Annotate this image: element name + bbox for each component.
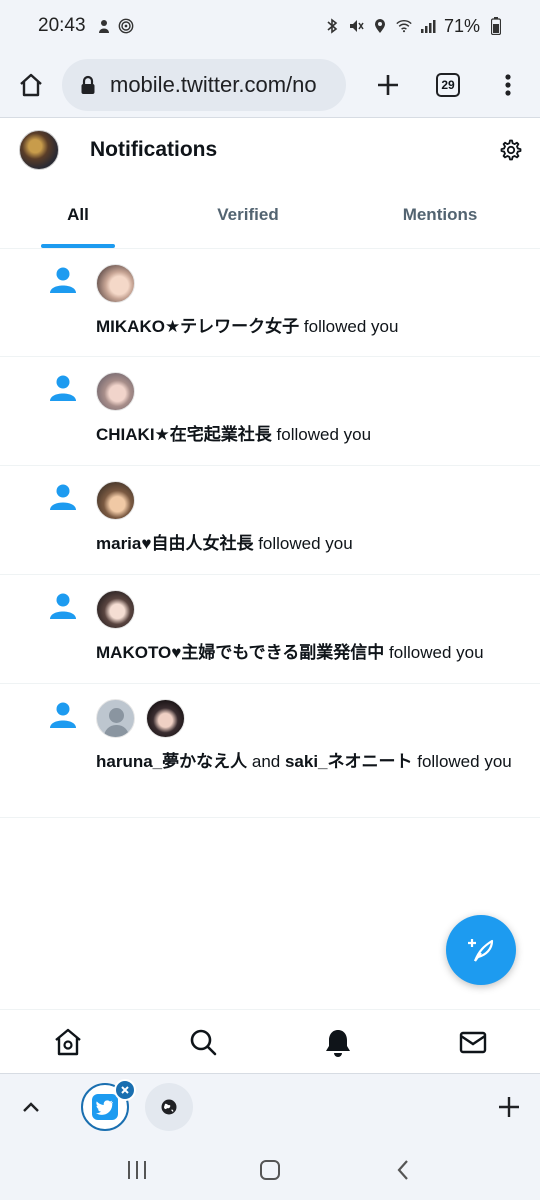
notification-item[interactable]: maria♥自由人女社長 followed you — [0, 467, 540, 575]
gear-icon — [500, 139, 522, 161]
follower-name[interactable]: CHIAKI★在宅起業社長 — [96, 425, 272, 444]
search-icon — [190, 1029, 216, 1055]
fingerprint-icon — [118, 18, 134, 34]
recents-button[interactable] — [117, 1150, 157, 1190]
notification-text: CHIAKI★在宅起業社長 followed you — [96, 422, 516, 447]
home-outline-icon — [20, 73, 42, 96]
mail-icon — [459, 1031, 486, 1053]
nav-search[interactable] — [135, 1010, 270, 1073]
address-bar[interactable]: mobile.twitter.com/no — [62, 58, 346, 111]
browser-toolbar: mobile.twitter.com/no 29 — [0, 52, 540, 118]
tab-all[interactable]: All — [0, 181, 156, 248]
person-follow-icon — [50, 593, 76, 619]
follower-name[interactable]: maria♥自由人女社長 — [96, 534, 253, 553]
tab-switcher-button[interactable]: 29 — [418, 52, 478, 118]
home-square-icon — [259, 1159, 280, 1180]
location-icon — [372, 18, 388, 34]
globe-icon — [161, 1099, 177, 1114]
person-follow-icon — [50, 484, 76, 510]
tab-count: 29 — [436, 72, 460, 97]
expand-tabs-button[interactable] — [0, 1100, 62, 1114]
nav-notifications[interactable] — [270, 1010, 405, 1073]
add-tab-button[interactable] — [498, 1096, 520, 1118]
follower-avatar[interactable] — [96, 590, 135, 629]
notification-app-icon — [96, 18, 112, 34]
follower-avatar[interactable] — [146, 699, 185, 738]
twitter-logo-icon — [92, 1093, 118, 1120]
follower-avatar[interactable] — [96, 481, 135, 520]
tab-mentions-label: Mentions — [402, 204, 478, 224]
follower-name[interactable]: MAKOTO♥主婦でもできる副業発信中 — [96, 643, 384, 662]
plus-icon — [499, 1096, 519, 1117]
notification-item[interactable]: haruna_夢かなえ人 and saki_ネオニート followed you — [0, 685, 540, 818]
close-tab-button[interactable] — [114, 1078, 136, 1101]
notification-action: followed you — [384, 643, 484, 662]
person-follow-icon — [50, 375, 76, 401]
notification-action: followed you — [271, 425, 372, 444]
active-tab-indicator — [41, 244, 115, 248]
home-icon — [54, 1028, 81, 1055]
notification-item[interactable]: CHIAKI★在宅起業社長 followed you — [0, 358, 540, 466]
notification-action: followed you — [253, 534, 353, 553]
more-vertical-icon — [505, 73, 511, 96]
person-follow-icon — [50, 267, 76, 293]
battery-percent: 71% — [443, 15, 480, 36]
tab-mentions[interactable]: Mentions — [340, 181, 540, 248]
follower-name[interactable]: saki_ネオニート — [285, 752, 413, 771]
follower-avatar[interactable] — [96, 372, 135, 411]
nav-home[interactable] — [0, 1010, 135, 1073]
browser-home-button[interactable] — [0, 52, 62, 118]
notification-text: MIKAKO★テレワーク女子 followed you — [96, 314, 516, 339]
lock-icon — [80, 75, 100, 95]
notification-text: haruna_夢かなえ人 and saki_ネオニート followed you — [96, 749, 516, 774]
nav-messages[interactable] — [405, 1010, 540, 1073]
close-icon — [121, 1085, 129, 1094]
notification-text: maria♥自由人女社長 followed you — [96, 531, 516, 556]
home-system-button[interactable] — [250, 1150, 290, 1190]
notification-tabs: All Verified Mentions — [0, 181, 540, 249]
back-button[interactable] — [383, 1150, 423, 1190]
status-time: 20:43 — [38, 15, 86, 36]
page-title: Notifications — [90, 138, 218, 161]
follower-name[interactable]: MIKAKO★テレワーク女子 — [96, 317, 299, 336]
tab-all-label: All — [67, 204, 89, 224]
browser-menu-button[interactable] — [478, 52, 538, 118]
profile-avatar[interactable] — [19, 130, 59, 170]
person-follow-icon — [50, 702, 76, 728]
url-text: mobile.twitter.com/no — [110, 71, 317, 97]
bluetooth-icon — [324, 18, 340, 34]
notification-item[interactable]: MIKAKO★テレワーク女子 followed you — [0, 250, 540, 357]
system-navigation-bar — [0, 1139, 540, 1200]
compose-tweet-button[interactable] — [446, 915, 516, 985]
new-tab-button[interactable] — [358, 52, 418, 118]
tab-verified-label: Verified — [217, 204, 279, 224]
mute-icon — [348, 18, 364, 34]
follower-name[interactable]: haruna_夢かなえ人 — [96, 752, 247, 771]
status-bar: 20:43 71% — [0, 0, 540, 52]
settings-button[interactable] — [498, 138, 522, 162]
tab-verified[interactable]: Verified — [156, 181, 340, 248]
notification-item[interactable]: MAKOTO♥主婦でもできる副業発信中 followed you — [0, 576, 540, 684]
bell-filled-icon — [325, 1029, 350, 1057]
notifications-header: Notifications — [0, 119, 540, 181]
bottom-navigation — [0, 1009, 540, 1073]
signal-icon — [420, 18, 436, 34]
follower-avatar-default[interactable] — [96, 699, 135, 738]
compose-feather-icon — [468, 939, 494, 962]
notification-text: MAKOTO♥主婦でもできる副業発信中 followed you — [96, 640, 516, 665]
plus-icon — [378, 74, 398, 95]
notification-action: followed you — [412, 752, 512, 771]
battery-icon — [488, 17, 504, 35]
chevron-up-icon — [23, 1101, 39, 1112]
browser-tab-strip — [0, 1073, 540, 1139]
browser-tab-web[interactable] — [145, 1082, 193, 1131]
recents-icon — [127, 1160, 146, 1179]
back-chevron-icon — [397, 1159, 409, 1180]
wifi-icon — [396, 18, 412, 34]
browser-tab-twitter[interactable] — [81, 1078, 136, 1131]
notification-action: followed you — [299, 317, 399, 336]
notification-conjunction: and — [247, 752, 285, 771]
follower-avatar[interactable] — [96, 264, 135, 303]
